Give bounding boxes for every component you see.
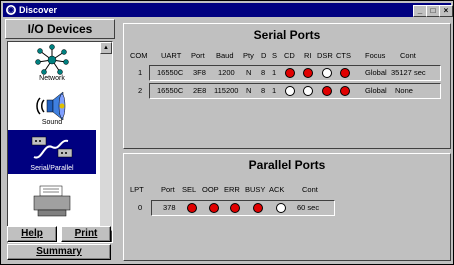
speaker-icon: [36, 91, 66, 121]
cable-icon: [31, 136, 73, 159]
parallel-row1-busy-led: [253, 203, 263, 213]
maximize-button[interactable]: □: [426, 5, 440, 17]
serial-row2-com: 2: [138, 86, 143, 95]
parallel-header-sel: SEL: [182, 185, 197, 194]
serial-row1-cont: 35127 sec: [391, 68, 426, 77]
network-icon: [35, 44, 69, 75]
table-row[interactable]: 16550C 3F8 1200 N 8 1 Global 35127 sec: [149, 65, 441, 81]
serial-header-d: D: [261, 51, 267, 60]
list-item-network[interactable]: Network: [8, 42, 96, 84]
serial-row1-focus: Global: [365, 68, 387, 77]
close-button[interactable]: ×: [439, 5, 453, 17]
serial-header-focus: Focus: [365, 51, 386, 60]
parallel-row1-sel-led: [187, 203, 197, 213]
app-icon[interactable]: ◉: [6, 5, 16, 15]
window-title: Discover: [19, 5, 58, 15]
parallel-header-lpt: LPT: [130, 185, 144, 194]
list-item-serial-parallel[interactable]: Serial/Parallel: [8, 130, 96, 174]
device-list-scrollbar[interactable]: ▲ ▼: [100, 42, 112, 242]
serial-header-baud: Baud: [216, 51, 234, 60]
network-label: Network: [39, 75, 65, 82]
serial-header-dsr: DSR: [317, 51, 333, 60]
parallel-ports-title: Parallel Ports: [248, 158, 326, 172]
io-devices-heading: I/O Devices: [5, 19, 115, 39]
serial-row1-port: 3F8: [193, 68, 206, 77]
serial-ports-panel: Serial Ports COM UART Port Baud Pty D S …: [123, 23, 451, 149]
serial-row1-d: 8: [261, 68, 266, 77]
serial-row1-s: 1: [272, 68, 277, 77]
serial-parallel-label: Serial/Parallel: [30, 165, 74, 172]
serial-row1-cts-led: [340, 68, 350, 78]
parallel-row1-err-led: [230, 203, 240, 213]
serial-header-port: Port: [191, 51, 205, 60]
help-label: Help: [21, 228, 43, 239]
printer-icon: [33, 185, 71, 217]
serial-row2-cts-led: [340, 86, 350, 96]
serial-row2-baud: 115200: [214, 86, 239, 95]
serial-header-cont: Cont: [400, 51, 416, 60]
parallel-header-oop: OOP: [202, 185, 219, 194]
serial-header-ri: RI: [304, 51, 312, 60]
serial-row1-uart: 16550C: [157, 68, 184, 77]
print-label: Print: [74, 228, 98, 239]
serial-row1-cd-led: [285, 68, 295, 78]
parallel-row1-oop-led: [209, 203, 219, 213]
list-item-printer[interactable]: [8, 178, 96, 220]
title-bar[interactable]: ◉ Discover _ □ ×: [3, 3, 453, 17]
serial-row1-com: 1: [138, 68, 143, 77]
serial-header-uart: UART: [161, 51, 182, 60]
discover-window: ◉ Discover _ □ × I/O Devices Network Sou…: [0, 0, 454, 265]
serial-header-cts: CTS: [336, 51, 351, 60]
minimize-button[interactable]: _: [413, 5, 427, 17]
table-row[interactable]: 378 60 sec: [151, 200, 335, 216]
parallel-row1-port: 378: [163, 203, 176, 212]
help-button[interactable]: Help: [7, 226, 57, 242]
serial-row2-s: 1: [272, 86, 277, 95]
summary-label: Summary: [36, 246, 82, 257]
serial-row2-cd-led: [285, 86, 295, 96]
parallel-ports-panel: Parallel Ports LPT Port SEL OOP ERR BUSY…: [123, 153, 451, 261]
list-item-sound[interactable]: Sound: [8, 86, 96, 128]
serial-row2-d: 8: [261, 86, 266, 95]
parallel-header-cont: Cont: [302, 185, 318, 194]
parallel-header-busy: BUSY: [245, 185, 266, 194]
parallel-header-err: ERR: [224, 185, 240, 194]
serial-header-s: S: [272, 51, 278, 60]
serial-row2-port: 2E8: [193, 86, 207, 95]
serial-row2-ri-led: [303, 86, 313, 96]
sound-label: Sound: [41, 119, 63, 126]
table-row[interactable]: 16550C 2E8 115200 N 8 1 Global None: [149, 83, 441, 99]
serial-row1-baud: 1200: [218, 68, 235, 77]
serial-row1-pty: N: [246, 68, 252, 77]
serial-row2-uart: 16550C: [157, 86, 184, 95]
parallel-row1-ack-led: [276, 203, 286, 213]
serial-row1-dsr-led: [322, 68, 332, 78]
serial-row2-cont: None: [395, 86, 413, 95]
serial-header-pty: Pty: [243, 51, 254, 60]
parallel-header-ack: ACK: [269, 185, 285, 194]
left-panel: I/O Devices Network Sound Serial/Paralle…: [5, 19, 117, 260]
serial-header-com: COM: [130, 51, 148, 60]
parallel-row1-lpt: 0: [138, 203, 143, 212]
serial-row2-pty: N: [246, 86, 252, 95]
serial-ports-title: Serial Ports: [253, 28, 321, 42]
serial-row2-focus: Global: [365, 86, 387, 95]
serial-row2-dsr-led: [322, 86, 332, 96]
device-list[interactable]: Network Sound Serial/Parallel ▲: [7, 41, 113, 243]
serial-row1-ri-led: [303, 68, 313, 78]
summary-button[interactable]: Summary: [7, 244, 111, 260]
parallel-row1-cont: 60 sec: [297, 203, 320, 212]
parallel-header-port: Port: [161, 185, 175, 194]
scroll-up-button[interactable]: ▲: [100, 42, 112, 54]
serial-header-cd: CD: [284, 51, 295, 60]
print-button[interactable]: Print: [61, 226, 111, 242]
